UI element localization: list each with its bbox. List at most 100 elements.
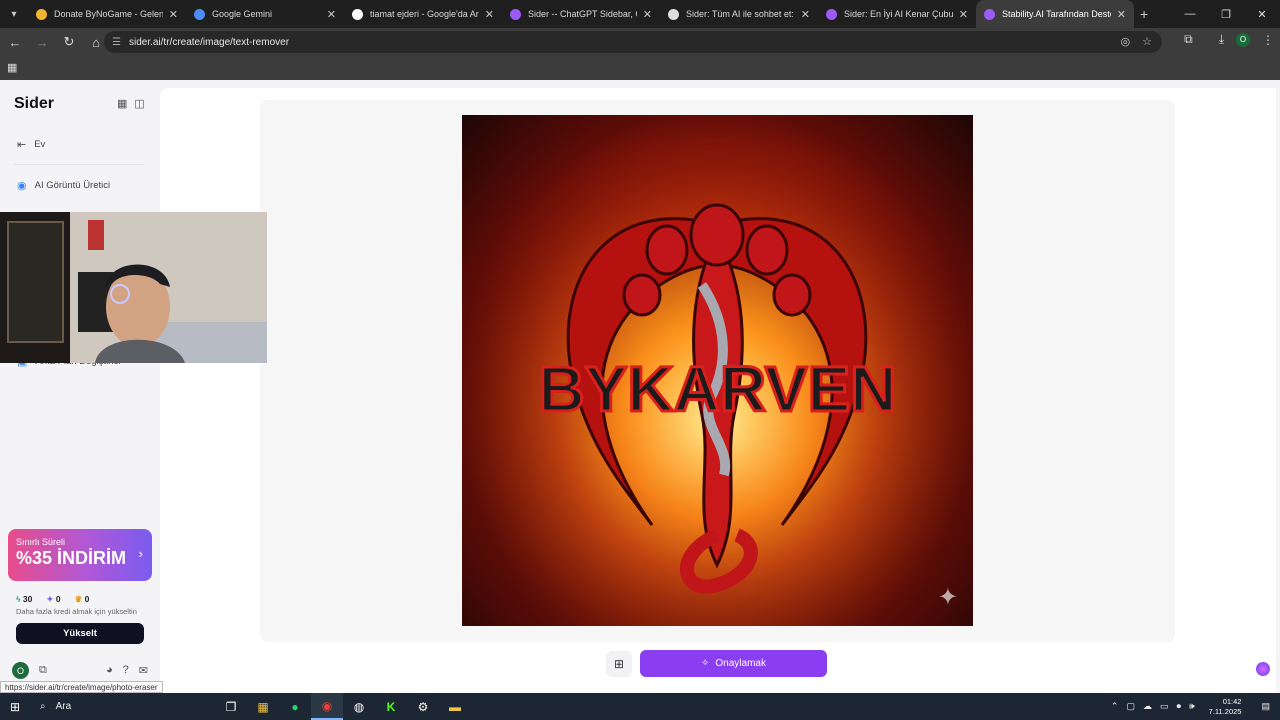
tab-favicon-icon bbox=[826, 8, 837, 20]
tab-favicon-icon bbox=[36, 8, 47, 20]
tab-search-dropdown[interactable]: ▾ bbox=[0, 0, 28, 28]
sider-assistant-icon[interactable] bbox=[1256, 662, 1270, 676]
divider bbox=[14, 164, 144, 165]
tray-app-icon[interactable]: ▢ bbox=[1126, 701, 1135, 712]
close-tab-icon[interactable]: ✕ bbox=[801, 8, 810, 21]
credits-row: ϟ 30 ✦ 0 ♛ 0 bbox=[16, 594, 89, 605]
credit-advanced: ✦ 0 bbox=[46, 594, 61, 604]
file-explorer-icon[interactable]: ▬ bbox=[439, 693, 471, 720]
site-info-icon[interactable]: ☰ bbox=[112, 37, 121, 48]
chrome-icon[interactable]: ◉ bbox=[311, 693, 343, 720]
credit-basic: ϟ 30 bbox=[16, 594, 33, 604]
grid-view-icon[interactable]: ▦ bbox=[117, 97, 127, 110]
windows-start-icon[interactable]: ⊞ bbox=[0, 693, 30, 720]
dragon-illustration: BYKARVEN bbox=[462, 115, 973, 626]
close-tab-icon[interactable]: ✕ bbox=[643, 8, 652, 21]
reload-button[interactable]: ↻ bbox=[57, 30, 81, 54]
sider-logo[interactable]: Sider bbox=[14, 95, 54, 113]
profile-avatar[interactable]: O bbox=[1236, 32, 1250, 47]
apps-grid-icon[interactable]: ▦ bbox=[7, 61, 17, 74]
network-icon[interactable]: ▭ bbox=[1160, 701, 1169, 712]
mail-icon[interactable]: ✉ bbox=[139, 664, 148, 677]
help-icon[interactable]: ? bbox=[123, 664, 129, 677]
page: Sider ▦ ◫ ⇤ Ev ◉ AI Görüntü Üretici ▣ Ar… bbox=[0, 80, 1280, 693]
back-button[interactable]: ← bbox=[3, 30, 27, 54]
cloud-icon[interactable]: ☁ bbox=[1143, 701, 1152, 712]
browser-tab[interactable]: Donate ByNoGame - Gelen/Giden ✕ bbox=[28, 0, 186, 28]
extensions-icon[interactable]: ⧉ bbox=[1184, 32, 1193, 47]
downloads-icon[interactable]: ⤓ bbox=[1219, 32, 1224, 47]
sidebar-item-home[interactable]: ⇤ Ev bbox=[17, 138, 45, 151]
browser-tab[interactable]: Sider: En İyi AI Kenar Çubuğu, C ✕ bbox=[818, 0, 976, 28]
tab-title: Donate ByNoGame - Gelen/Giden bbox=[54, 9, 163, 19]
clock-date: 7.11.2025 bbox=[1208, 706, 1242, 716]
eye-off-icon[interactable]: ◎ bbox=[1121, 35, 1131, 48]
tab-title: Sider -- ChatGPT Sidebar, GPT-4 bbox=[528, 9, 637, 19]
clock[interactable]: 01:42 7.11.2025 bbox=[1209, 697, 1242, 717]
sidebar-footer: O ⧉ ◕ ? ✉ bbox=[12, 662, 148, 679]
webcam-feed bbox=[0, 212, 267, 363]
user-avatar[interactable]: O bbox=[12, 662, 29, 679]
close-window-button[interactable]: ✕ bbox=[1244, 0, 1280, 28]
clock-time: 01:42 bbox=[1222, 696, 1242, 706]
browser-tab[interactable]: tiamat ejderi - Google'da Ara ✕ bbox=[344, 0, 502, 28]
tab-title: Sider: Tüm AI ile sohbet et: GPT- bbox=[686, 9, 795, 19]
image-canvas-panel: BYKARVEN ✦ bbox=[260, 100, 1175, 642]
tab-strip: ▾ Donate ByNoGame - Gelen/Giden✕Google G… bbox=[0, 0, 1280, 28]
task-view-icon[interactable]: ❐ bbox=[215, 693, 247, 720]
discord-icon[interactable]: ◕ bbox=[106, 664, 113, 677]
back-arrow-icon: ⇤ bbox=[17, 139, 27, 151]
collapse-sidebar-icon[interactable]: ◫ bbox=[134, 97, 144, 110]
store-icon[interactable]: ▦ bbox=[247, 693, 279, 720]
feedback-icon[interactable]: ⧉ bbox=[39, 664, 47, 677]
upgrade-button[interactable]: Yükselt bbox=[16, 623, 144, 644]
browser-tab[interactable]: Stability.AI Tarafından Destekle ✕ bbox=[976, 0, 1134, 28]
browser-tab[interactable]: Sider: Tüm AI ile sohbet et: GPT- ✕ bbox=[660, 0, 818, 28]
browser-tab[interactable]: Sider -- ChatGPT Sidebar, GPT-4 ✕ bbox=[502, 0, 660, 28]
promo-subtitle: Sınırlı Süreli bbox=[16, 537, 66, 547]
chevron-up-icon[interactable]: ⌃ bbox=[1111, 701, 1119, 712]
obs-icon[interactable]: ◍ bbox=[343, 693, 375, 720]
window-controls: — ❐ ✕ bbox=[1172, 0, 1280, 28]
steam-icon[interactable]: ⚙ bbox=[407, 693, 439, 720]
sparkle-icon: ✦ bbox=[46, 594, 54, 604]
bookmark-star-icon[interactable]: ☆ bbox=[1142, 35, 1152, 48]
crown-icon: ♛ bbox=[74, 594, 83, 604]
status-url-tooltip: https://sider.ai/tr/create/image/photo-e… bbox=[0, 681, 163, 693]
main-content: BYKARVEN ✦ ⊞ ✧ Onaylamak bbox=[160, 88, 1276, 693]
magic-sparkle-icon: ✧ bbox=[701, 658, 710, 669]
close-tab-icon[interactable]: ✕ bbox=[959, 8, 968, 21]
forward-button[interactable]: → bbox=[30, 30, 54, 54]
minimize-button[interactable]: — bbox=[1172, 0, 1208, 28]
whatsapp-icon[interactable]: ● bbox=[279, 693, 311, 720]
new-tab-button[interactable]: + bbox=[1140, 6, 1148, 22]
discount-banner[interactable]: Sınırlı Süreli %35 İNDİRİM › bbox=[8, 529, 152, 581]
close-tab-icon[interactable]: ✕ bbox=[485, 8, 494, 21]
browser-tab[interactable]: Google Gemini ✕ bbox=[186, 0, 344, 28]
close-tab-icon[interactable]: ✕ bbox=[169, 8, 178, 21]
image-spark-icon: ◉ bbox=[17, 180, 27, 192]
promo-title: %35 İNDİRİM bbox=[16, 548, 127, 568]
sparkle-watermark-icon: ✦ bbox=[937, 584, 958, 611]
add-image-button[interactable]: ⊞ bbox=[606, 650, 632, 677]
chevron-right-icon: › bbox=[138, 546, 143, 561]
notifications-icon[interactable]: ▤ bbox=[1261, 701, 1270, 712]
action-bar: ⊞ ✧ Onaylamak bbox=[606, 650, 827, 677]
mic-icon[interactable]: ⏺ bbox=[1176, 701, 1181, 712]
speaker-icon[interactable]: 🕪 bbox=[1189, 701, 1195, 712]
close-tab-icon[interactable]: ✕ bbox=[1117, 8, 1126, 21]
credit-premium: ♛ 0 bbox=[74, 594, 90, 604]
webcam-overlay bbox=[0, 212, 267, 363]
taskbar-search[interactable]: ⌕ Ara bbox=[30, 701, 215, 712]
apply-label: Onaylamak bbox=[715, 658, 766, 669]
address-text: sider.ai/tr/create/image/text-remover bbox=[128, 36, 290, 48]
artwork-title: BYKARVEN bbox=[539, 353, 897, 425]
restore-button[interactable]: ❐ bbox=[1208, 0, 1244, 28]
kick-icon[interactable]: K bbox=[375, 693, 407, 720]
address-bar[interactable]: ☰ sider.ai/tr/create/image/text-remover … bbox=[104, 31, 1162, 53]
sidebar-item-ai-image-generator[interactable]: ◉ AI Görüntü Üretici bbox=[17, 179, 110, 192]
dragon-artwork[interactable]: BYKARVEN ✦ bbox=[462, 115, 973, 626]
close-tab-icon[interactable]: ✕ bbox=[327, 8, 336, 21]
apply-button[interactable]: ✧ Onaylamak bbox=[640, 650, 827, 677]
menu-kebab-icon[interactable]: ⋮ bbox=[1262, 33, 1274, 47]
